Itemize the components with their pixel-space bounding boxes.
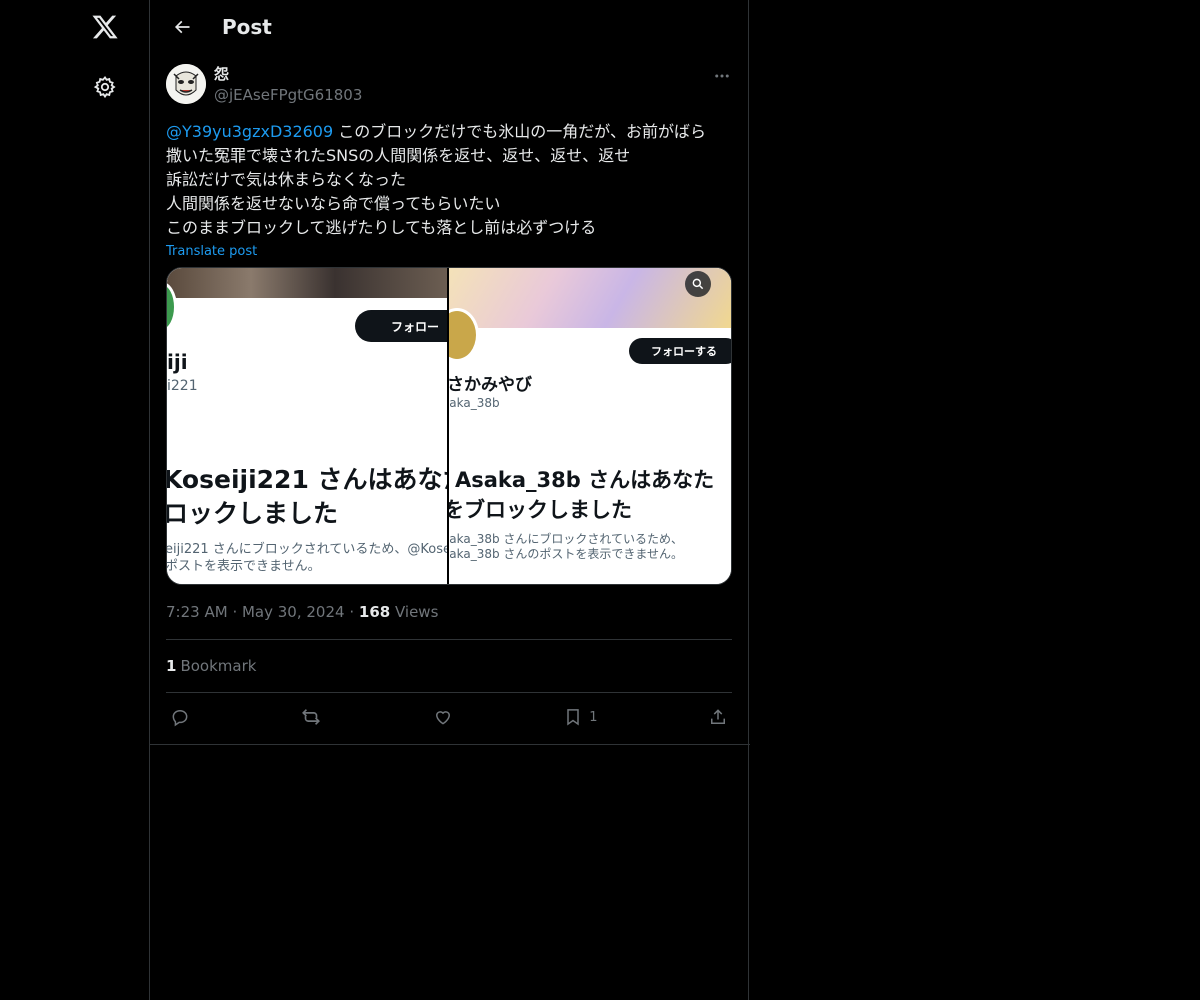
follow-button: フォロー: [355, 310, 447, 342]
post-time[interactable]: 7:23 AM: [166, 603, 228, 621]
media-image-left[interactable]: フォロー iji i221 Koseiji221 さんはあなた ロックしました …: [167, 268, 449, 584]
reply-button[interactable]: [170, 700, 190, 734]
share-button[interactable]: [708, 700, 728, 734]
views-label: Views: [394, 603, 439, 621]
post-text: @Y39yu3gzxD32609 このブロックだけでも氷山の一角だが、お前がばら…: [166, 120, 732, 240]
share-icon: [710, 709, 725, 724]
profile-handle: i221: [167, 378, 198, 394]
views-count: 168: [358, 603, 391, 621]
zoom-search-icon[interactable]: [685, 271, 711, 297]
action-bar: 1: [166, 693, 732, 741]
follow-button: フォローする: [629, 338, 731, 364]
x-logo-icon[interactable]: [84, 6, 126, 48]
back-arrow-icon[interactable]: [164, 9, 200, 45]
bookmark-button[interactable]: 1: [563, 700, 598, 734]
translate-post-link[interactable]: Translate post: [166, 244, 257, 259]
meta-separator: ·: [232, 603, 242, 621]
profile-name: さかみやび: [449, 375, 532, 395]
bookmark-count: 1: [589, 709, 598, 725]
profile-name: iji: [167, 350, 188, 374]
author-row: 怨 @jEAseFPgtG61803: [166, 64, 732, 112]
blocked-headline-line1: Asaka_38b さんはあなた: [455, 468, 715, 492]
bookmark-stat-count: 1: [166, 657, 177, 675]
left-nav-rail: [0, 0, 150, 1000]
mention-link[interactable]: @Y39yu3gzxD32609: [166, 122, 333, 141]
post-media: フォロー iji i221 Koseiji221 さんはあなた ロックしました …: [166, 267, 732, 585]
main-column: Post 怨 @jEAseFPgtG61803 @Y39yu3gzxD32609…: [149, 0, 750, 1000]
repost-icon: [302, 709, 321, 725]
post-meta: 7:23 AM · May 30, 2024 · 168 Views: [166, 601, 732, 623]
repost-button[interactable]: [300, 700, 322, 734]
bookmark-stat-label: Bookmark: [180, 657, 257, 675]
post-date[interactable]: May 30, 2024: [242, 603, 345, 621]
meta-separator: ·: [349, 603, 359, 621]
page-header: Post: [150, 0, 748, 54]
profile-handle: saka_38b: [449, 396, 500, 410]
author-handle[interactable]: @jEAseFPgtG61803: [214, 84, 362, 106]
blocked-headline-line2: ロックしました: [167, 499, 339, 528]
reply-icon: [172, 709, 188, 727]
post-bottom-border: [150, 744, 750, 745]
media-image-right[interactable]: フォローする さかみやび saka_38b Asaka_38b さんはあなた を…: [449, 268, 731, 584]
blocked-headline-line1: Koseiji221 さんはあなた: [167, 465, 449, 494]
bookmark-icon: [567, 709, 580, 726]
profile-banner: [167, 268, 447, 298]
blocked-subtext-line2: ポストを表示できません。: [167, 559, 321, 574]
avatar[interactable]: [166, 64, 206, 104]
heart-icon: [435, 711, 450, 725]
author-info: 怨 @jEAseFPgtG61803: [214, 64, 362, 106]
like-button[interactable]: [433, 700, 453, 734]
bookmark-stats[interactable]: 1 Bookmark: [166, 640, 732, 692]
more-options-icon[interactable]: [710, 64, 734, 88]
author-name[interactable]: 怨: [214, 64, 362, 84]
blocked-subtext-line2: saka_38b さんのポストを表示できません。: [449, 547, 684, 561]
blocked-headline-line2: をブロックしました: [449, 498, 632, 522]
settings-gear-icon[interactable]: [84, 66, 126, 108]
post-article: 怨 @jEAseFPgtG61803 @Y39yu3gzxD32609 このブロ…: [150, 54, 748, 741]
page-title: Post: [222, 15, 272, 39]
